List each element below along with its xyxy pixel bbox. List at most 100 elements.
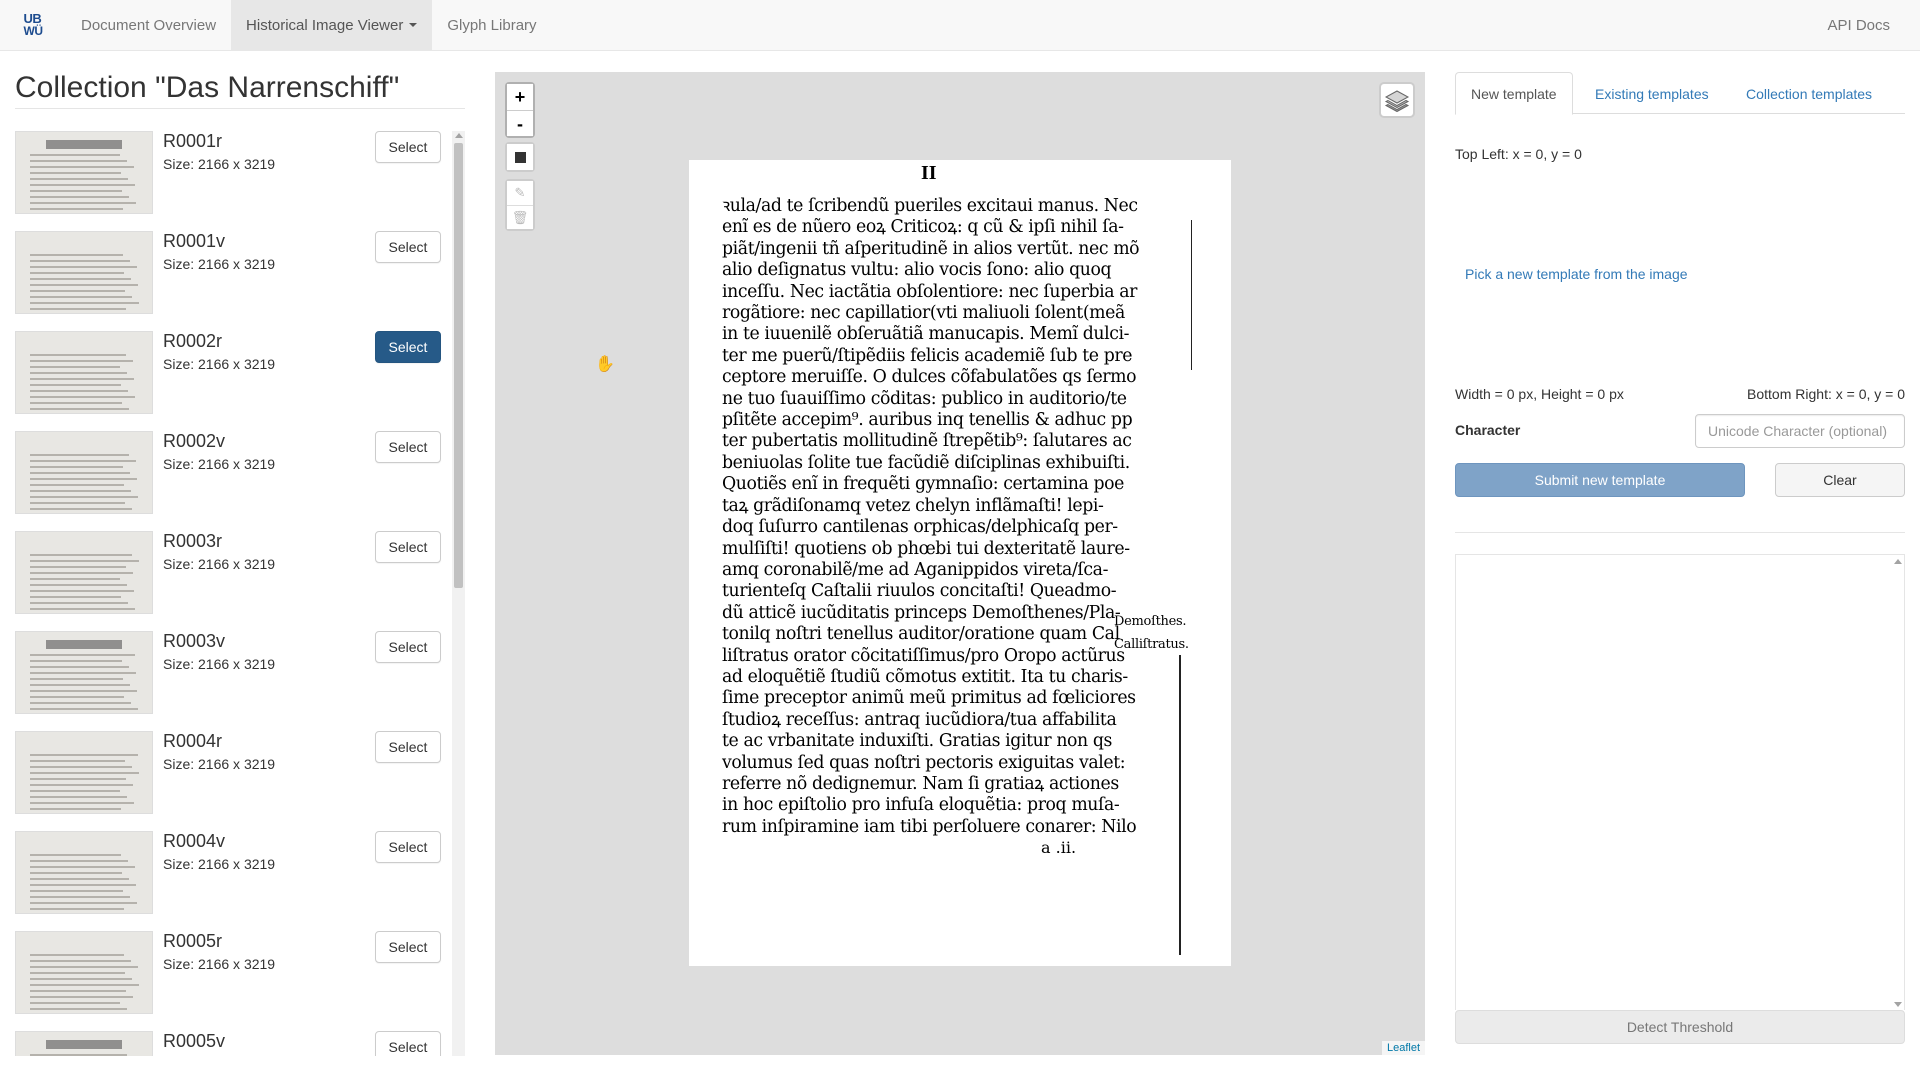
page-size: Size: 2166 x 3219	[163, 256, 276, 272]
page-thumbnail[interactable]	[15, 231, 153, 314]
image-viewer-map[interactable]: II ꝛula/ad te ſcribendũ pueriles excitau…	[495, 72, 1425, 1055]
select-page-button[interactable]: Select	[375, 531, 441, 563]
navbar: UB WÜ Document Overview Historical Image…	[0, 0, 1920, 51]
page-text-line: enĩ es de nũero eoꝝ Criticoꝝ: q cũ & ipſ…	[722, 217, 1124, 238]
select-page-button[interactable]: Select	[375, 631, 441, 663]
page-text-line: turienteſq Caſtalii riuulos concitaſti! …	[722, 581, 1117, 602]
draw-rectangle-button[interactable]	[507, 144, 533, 170]
margin-notes: Demoſthes. Calliſtratus.	[1114, 610, 1189, 656]
page-size: Size: 2166 x 3219	[163, 356, 276, 372]
page-size: Size: 2166 x 3219	[163, 856, 276, 872]
page-name: R0005r	[163, 931, 223, 951]
collection-panel: Collection "Das Narrenschiff" R0001r Size…	[15, 51, 465, 1056]
page-text-line: inceſſu. Nec iactãtia obſolentiore: nec …	[722, 281, 1137, 302]
page-text-block: ꝛula/ad te ſcribendũ pueriles excitaui m…	[722, 196, 1140, 838]
page-folio: a .ii.	[1041, 838, 1077, 857]
page-thumbnail[interactable]	[15, 131, 153, 214]
manuscript-page-image[interactable]: II ꝛula/ad te ſcribendũ pueriles excitau…	[689, 160, 1231, 966]
page-text-line: pſitẽte accepim⁹. auribus inq tenellis &…	[722, 410, 1133, 431]
edit-icon: ✎	[514, 185, 526, 200]
tab-existing-templates[interactable]: Existing templates	[1580, 72, 1724, 115]
scroll-up-arrow-icon[interactable]	[455, 133, 463, 138]
tab-new-template[interactable]: New template	[1455, 72, 1573, 115]
page-name: R0002v	[163, 431, 226, 451]
edit-layers-button[interactable]: ✎	[507, 181, 533, 205]
page-text-line: ceptore meruiſſe. O dulces cõfabulatões …	[722, 367, 1137, 388]
page-text-line: amq coronabilẽ/me ad Aganippidos vireta/…	[722, 559, 1109, 580]
page-number: II	[921, 162, 937, 184]
page-edge-line	[1179, 655, 1181, 955]
map-attribution: Leaflet	[1381, 1041, 1425, 1055]
page-text-line: rogãtiore: nec capillatior(vti maliuoli …	[722, 303, 1125, 324]
page-text-line: ter me puerũ/ſtipẽdiis felicis academiẽ …	[722, 345, 1133, 366]
list-item: R0003v Size: 2166 x 3219 Select	[15, 631, 445, 731]
tab-collection-templates[interactable]: Collection templates	[1731, 72, 1887, 115]
list-item: R0001v Size: 2166 x 3219 Select	[15, 231, 445, 331]
page-thumbnail[interactable]	[15, 1031, 153, 1056]
page-name: R0003v	[163, 631, 226, 651]
page-name: R0002r	[163, 331, 223, 351]
page-text-line: te ac vrbanitate induxiſti. Gratias igit…	[722, 731, 1113, 752]
page-thumbnail[interactable]	[15, 431, 153, 514]
template-panel: New template Existing templates Collecti…	[1455, 72, 1905, 1055]
list-item: R0004v Size: 2166 x 3219 Select	[15, 831, 445, 931]
page-thumbnail[interactable]	[15, 631, 153, 714]
brand-logo[interactable]: UB WÜ	[0, 0, 66, 50]
select-page-button[interactable]: Select	[375, 231, 441, 263]
scroll-up-arrow-icon[interactable]	[1894, 559, 1902, 564]
select-page-button[interactable]: Select	[375, 831, 441, 863]
page-text-line: in hoc epiſtolio pro infuſa eloquẽtia: p…	[722, 795, 1120, 816]
page-text-line: doq ſuſurro cantilenas orphicas/delphica…	[722, 517, 1118, 538]
template-preview-area	[1455, 554, 1905, 1010]
select-page-button[interactable]: Select	[375, 331, 441, 363]
layers-button[interactable]	[1379, 82, 1415, 118]
submit-template-button[interactable]: Submit new template	[1455, 463, 1745, 497]
select-page-button[interactable]: Select	[375, 131, 441, 163]
list-scroll-thumb[interactable]	[454, 143, 463, 588]
margin-note: Demoſthes.	[1114, 614, 1187, 629]
page-thumbnail[interactable]	[15, 931, 153, 1014]
caret-down-icon	[409, 23, 418, 27]
page-thumbnail[interactable]	[15, 331, 153, 414]
page-size: Size: 2166 x 3219	[163, 756, 276, 772]
page-thumbnail[interactable]	[15, 831, 153, 914]
character-label: Character	[1455, 422, 1521, 438]
select-page-button[interactable]: Select	[375, 431, 441, 463]
page-text-line: ad eloquẽtiẽ ſtudiũ cõmotus extitit. Ita…	[722, 666, 1128, 687]
nav-glyph-library[interactable]: Glyph Library	[432, 0, 551, 50]
page-text-line: beniuolas ſolite tue facũdiẽ diſciplinas…	[722, 452, 1130, 473]
page-text-line: tonilq noſtri tenellus auditor/oratione …	[722, 624, 1120, 645]
page-name: R0001r	[163, 131, 223, 151]
delete-layers-button[interactable]: 🗑	[507, 205, 533, 229]
preview-scrollbar[interactable]	[1891, 555, 1904, 1011]
edit-control: ✎ 🗑	[505, 179, 535, 231]
select-page-button[interactable]: Select	[375, 731, 441, 763]
zoom-in-button[interactable]: +	[507, 84, 533, 110]
list-item: R0005r Size: 2166 x 3219 Select	[15, 931, 445, 1031]
detect-threshold-button[interactable]: Detect Threshold	[1455, 1010, 1905, 1044]
scroll-down-arrow-icon[interactable]	[1894, 1002, 1902, 1007]
bottom-right-coordinates: Bottom Right: x = 0, y = 0	[1747, 386, 1905, 402]
clear-button[interactable]: Clear	[1775, 463, 1905, 497]
page-text-line: ꝛula/ad te ſcribendũ pueriles excitaui m…	[722, 196, 1138, 216]
nav-api-docs[interactable]: API Docs	[1812, 0, 1920, 50]
page-size: Size: 2166 x 3219	[163, 956, 276, 972]
character-input[interactable]	[1695, 414, 1905, 448]
page-thumbnail[interactable]	[15, 531, 153, 614]
page-thumbnail[interactable]	[15, 731, 153, 814]
trash-icon: 🗑	[511, 209, 529, 225]
template-dimensions: Width = 0 px, Height = 0 px	[1455, 386, 1624, 402]
list-scrollbar[interactable]	[452, 131, 465, 1056]
select-page-button[interactable]: Select	[375, 1031, 441, 1056]
select-page-button[interactable]: Select	[375, 931, 441, 963]
zoom-out-button[interactable]: -	[507, 110, 533, 136]
page-text-line: taꝝ grãdiſonamq vetez chelyn inflãmaſti!…	[722, 495, 1104, 516]
list-item: R0003r Size: 2166 x 3219 Select	[15, 531, 445, 631]
template-tabs: New template Existing templates Collecti…	[1455, 72, 1905, 115]
nav-historical-image-viewer[interactable]: Historical Image Viewer	[231, 0, 433, 50]
leaflet-link[interactable]: Leaflet	[1387, 1042, 1420, 1054]
divider	[1455, 532, 1905, 533]
nav-document-overview[interactable]: Document Overview	[66, 0, 231, 50]
pick-template-link[interactable]: Pick a new template from the image	[1465, 266, 1688, 282]
page-text-line: ter pubertatis mollitudinẽ ſtrepẽtib⁹: ſ…	[722, 431, 1132, 452]
